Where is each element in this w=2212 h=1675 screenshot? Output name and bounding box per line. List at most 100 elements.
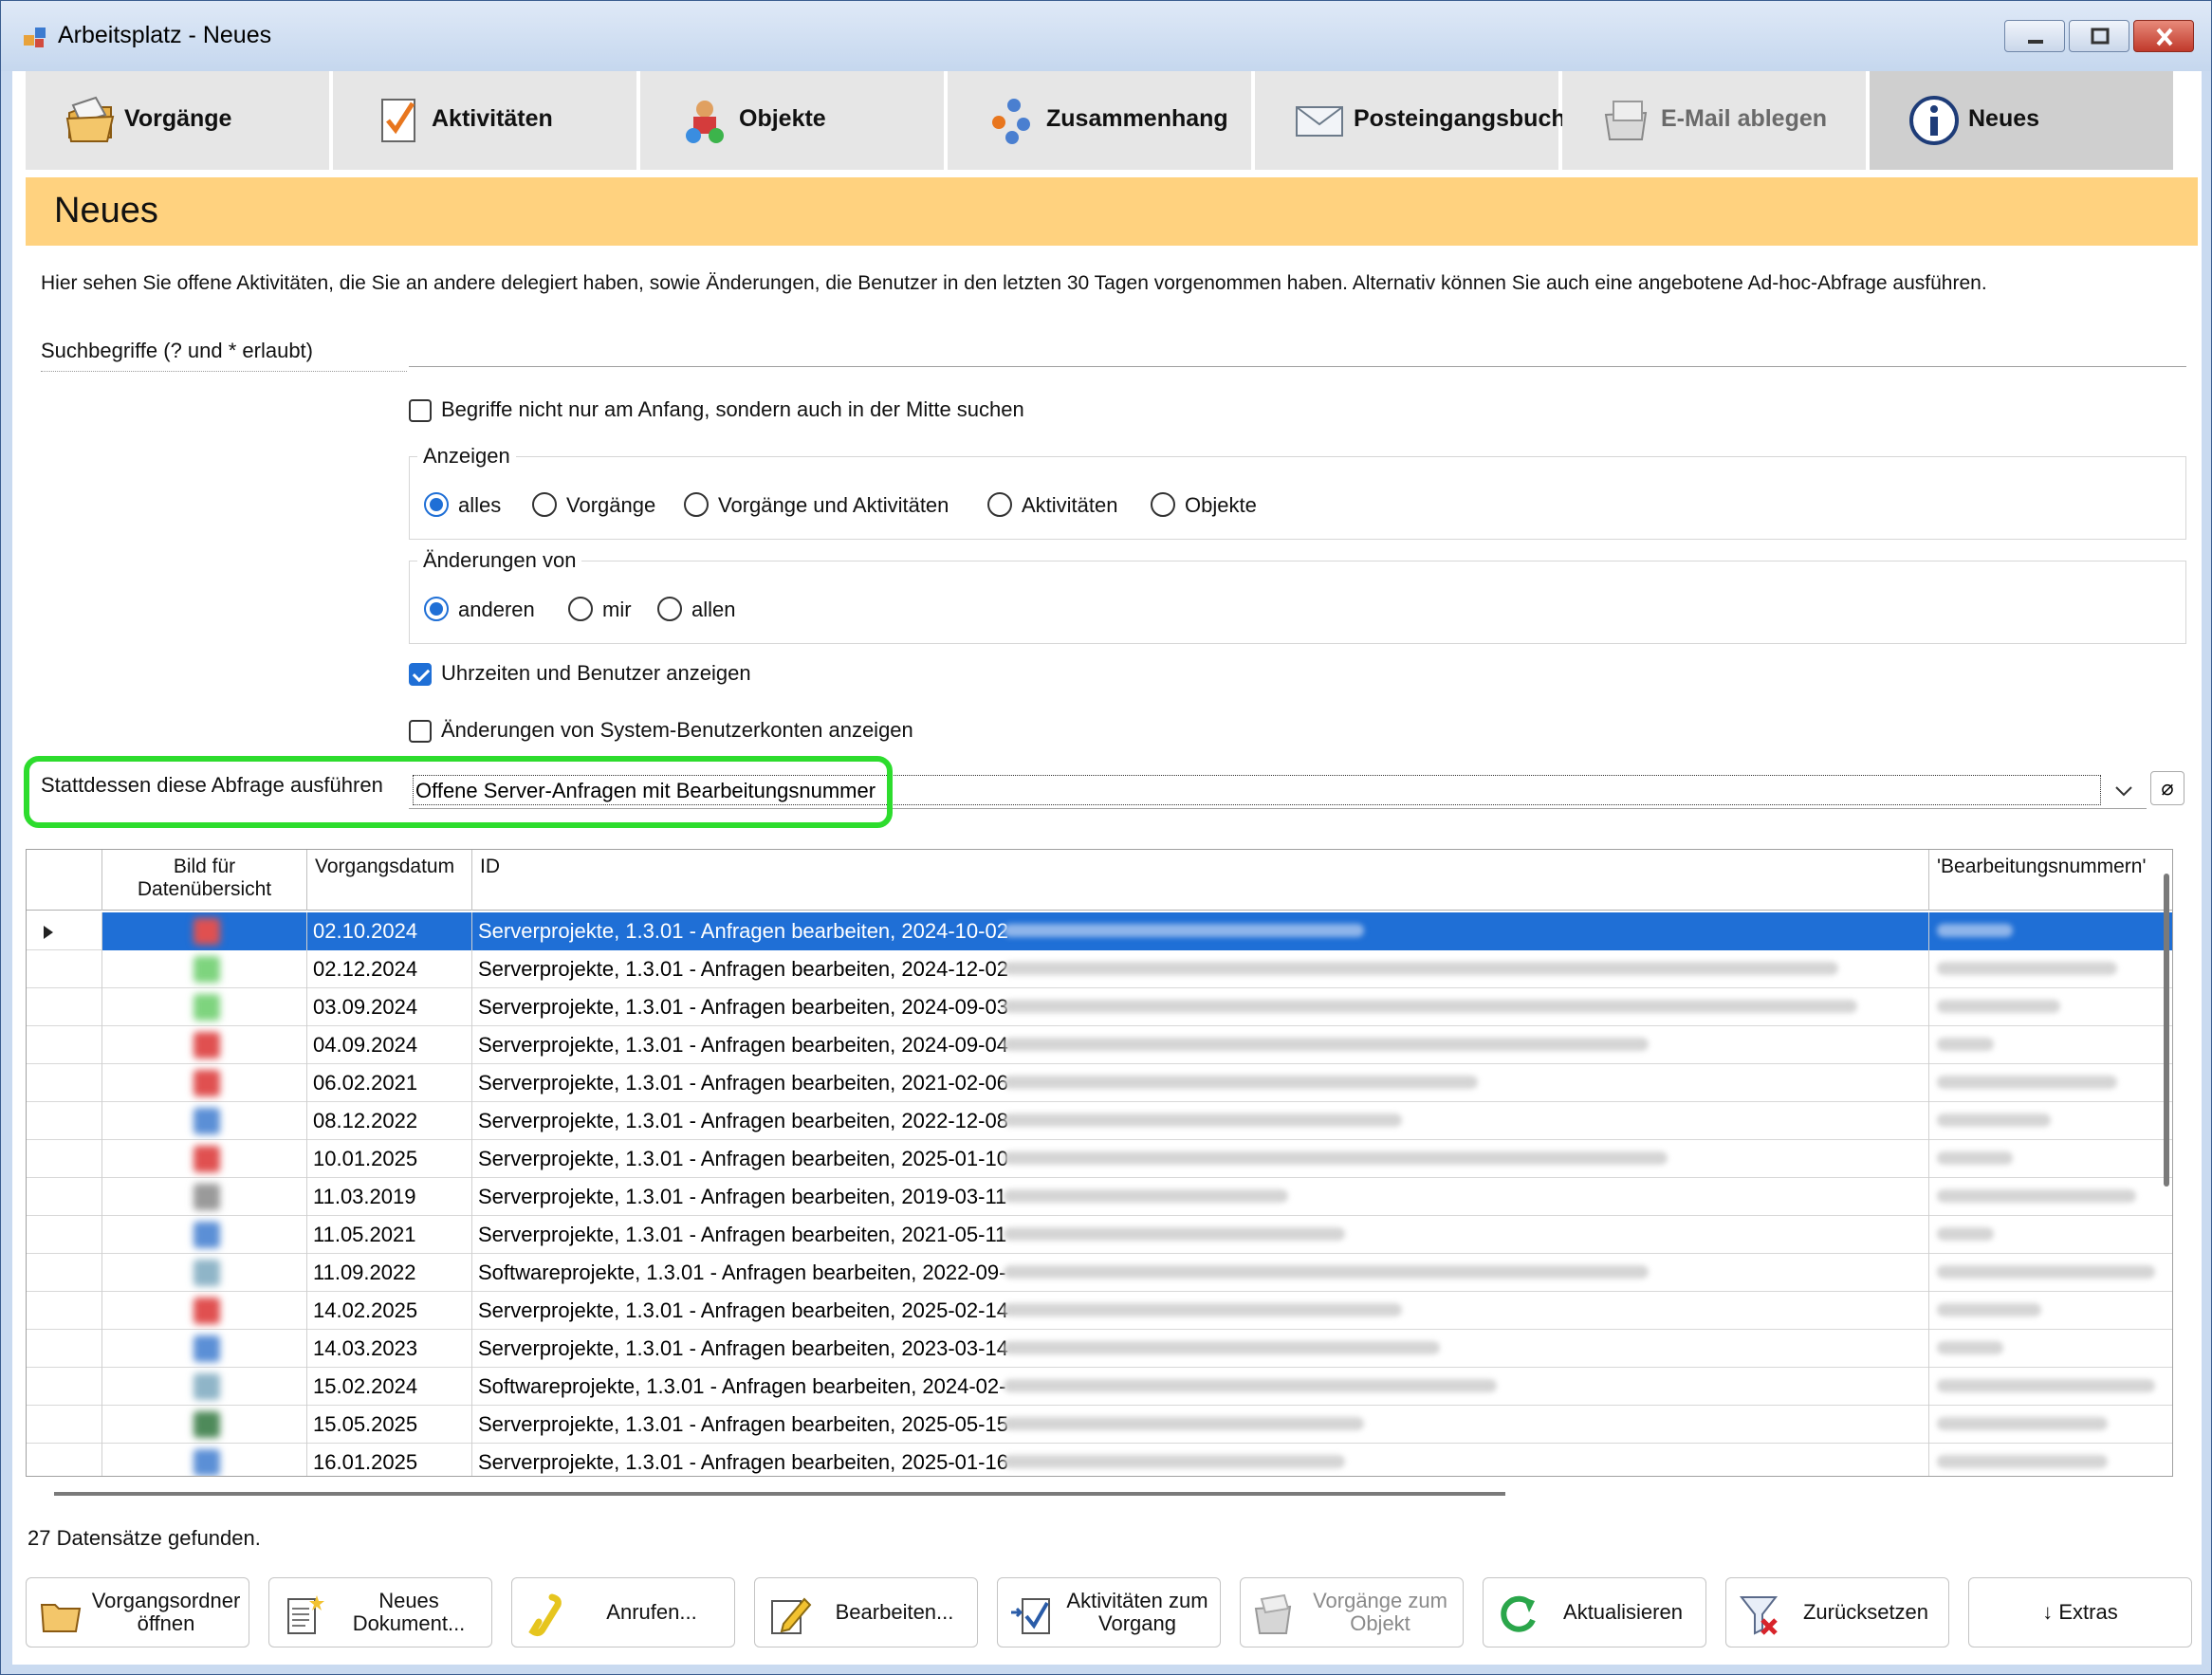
row-header-cell[interactable] — [27, 1254, 102, 1292]
neues-dokument-button[interactable]: Neues Dokument... — [268, 1577, 492, 1647]
bearbeitungsnummer-cell[interactable] — [1929, 1330, 2172, 1368]
radio-anderen-label[interactable]: anderen — [458, 598, 535, 622]
radio-aktivitaeten[interactable] — [987, 492, 1012, 517]
table-row[interactable]: 10.01.2025 Serverprojekte, 1.3.01 - Anfra… — [27, 1140, 2172, 1178]
column-header-bild[interactable]: Bild für Datenübersicht — [102, 850, 307, 911]
date-cell[interactable]: 11.03.2019 — [307, 1178, 472, 1216]
radio-vorgaenge-aktivitaeten-label[interactable]: Vorgänge und Aktivitäten — [718, 493, 949, 518]
thumbnail-cell[interactable] — [102, 912, 307, 950]
row-header-cell[interactable] — [27, 1368, 102, 1406]
row-header-cell[interactable] — [27, 1026, 102, 1064]
table-row[interactable]: 03.09.2024 Serverprojekte, 1.3.01 - Anfra… — [27, 988, 2172, 1026]
date-cell[interactable]: 04.09.2024 — [307, 1026, 472, 1064]
bearbeitungsnummer-cell[interactable] — [1929, 1064, 2172, 1102]
vorgaenge-zum-objekt-button[interactable]: Vorgänge zum Objekt — [1240, 1577, 1464, 1647]
row-header-cell[interactable] — [27, 1102, 102, 1140]
bearbeitungsnummer-cell[interactable] — [1929, 1178, 2172, 1216]
id-cell[interactable]: Serverprojekte, 1.3.01 - Anfragen bearbe… — [472, 1178, 1929, 1216]
tab-aktivitaeten[interactable]: Aktivitäten — [333, 71, 636, 170]
table-row[interactable]: 11.03.2019 Serverprojekte, 1.3.01 - Anfra… — [27, 1178, 2172, 1216]
date-cell[interactable]: 02.10.2024 — [307, 912, 472, 950]
id-cell[interactable]: Serverprojekte, 1.3.01 - Anfragen bearbe… — [472, 912, 1929, 950]
thumbnail-cell[interactable] — [102, 1064, 307, 1102]
id-cell[interactable]: Softwareprojekte, 1.3.01 - Anfragen bear… — [472, 1368, 1929, 1406]
date-cell[interactable]: 14.03.2023 — [307, 1330, 472, 1368]
id-cell[interactable]: Serverprojekte, 1.3.01 - Anfragen bearbe… — [472, 1026, 1929, 1064]
id-cell[interactable]: Serverprojekte, 1.3.01 - Anfragen bearbe… — [472, 1406, 1929, 1444]
radio-vorgaenge-aktivitaeten[interactable] — [684, 492, 709, 517]
row-header-cell[interactable] — [27, 1064, 102, 1102]
row-header-cell[interactable] — [27, 950, 102, 988]
radio-aktivitaeten-label[interactable]: Aktivitäten — [1022, 493, 1118, 518]
id-cell[interactable]: Serverprojekte, 1.3.01 - Anfragen bearbe… — [472, 1140, 1929, 1178]
thumbnail-cell[interactable] — [102, 1406, 307, 1444]
date-cell[interactable]: 11.09.2022 — [307, 1254, 472, 1292]
aktivitaeten-zum-vorgang-button[interactable]: Aktivitäten zum Vorgang — [997, 1577, 1221, 1647]
bearbeitungsnummer-cell[interactable] — [1929, 1216, 2172, 1254]
thumbnail-cell[interactable] — [102, 1102, 307, 1140]
bearbeitungsnummer-cell[interactable] — [1929, 1102, 2172, 1140]
table-row[interactable]: 08.12.2022 Serverprojekte, 1.3.01 - Anfra… — [27, 1102, 2172, 1140]
thumbnail-cell[interactable] — [102, 1140, 307, 1178]
id-cell[interactable]: Serverprojekte, 1.3.01 - Anfragen bearbe… — [472, 1216, 1929, 1254]
column-header-vorgangsdatum[interactable]: Vorgangsdatum — [307, 850, 472, 911]
bearbeitungsnummer-cell[interactable] — [1929, 912, 2172, 950]
row-header-cell[interactable] — [27, 1216, 102, 1254]
date-cell[interactable]: 14.02.2025 — [307, 1292, 472, 1330]
vertical-scrollbar[interactable] — [2164, 874, 2169, 1187]
date-cell[interactable]: 11.05.2021 — [307, 1216, 472, 1254]
clear-query-button[interactable]: ⌀ — [2150, 771, 2184, 805]
tab-email-ablegen[interactable]: E-Mail ablegen — [1562, 71, 1866, 170]
tab-neues[interactable]: Neues — [1870, 71, 2173, 170]
middle-search-checkbox[interactable] — [409, 399, 432, 422]
table-row[interactable]: 15.02.2024 Softwareprojekte, 1.3.01 - Anf… — [27, 1368, 2172, 1406]
row-header-cell[interactable] — [27, 988, 102, 1026]
radio-vorgaenge-label[interactable]: Vorgänge — [566, 493, 655, 518]
thumbnail-cell[interactable] — [102, 1216, 307, 1254]
show-times-label[interactable]: Uhrzeiten und Benutzer anzeigen — [441, 661, 751, 686]
bearbeitungsnummer-cell[interactable] — [1929, 1406, 2172, 1444]
table-row[interactable]: 04.09.2024 Serverprojekte, 1.3.01 - Anfra… — [27, 1026, 2172, 1064]
radio-objekte-label[interactable]: Objekte — [1185, 493, 1257, 518]
date-cell[interactable]: 08.12.2022 — [307, 1102, 472, 1140]
row-header-cell[interactable] — [27, 912, 102, 950]
table-row[interactable]: 11.05.2021 Serverprojekte, 1.3.01 - Anfra… — [27, 1216, 2172, 1254]
thumbnail-cell[interactable] — [102, 988, 307, 1026]
id-cell[interactable]: Serverprojekte, 1.3.01 - Anfragen bearbe… — [472, 1064, 1929, 1102]
minimize-button[interactable] — [2004, 20, 2065, 52]
thumbnail-cell[interactable] — [102, 1178, 307, 1216]
radio-allen[interactable] — [657, 597, 682, 621]
bearbeitungsnummer-cell[interactable] — [1929, 988, 2172, 1026]
bearbeiten-button[interactable]: Bearbeiten... — [754, 1577, 978, 1647]
row-header-cell[interactable] — [27, 1140, 102, 1178]
column-header-bearbeitungsnummern[interactable]: 'Bearbeitungsnummern' — [1929, 850, 2172, 911]
table-row[interactable]: 02.10.2024 Serverprojekte, 1.3.01 - Anfra… — [27, 912, 2172, 950]
title-bar[interactable]: Arbeitsplatz - Neues — [1, 1, 2211, 71]
table-row[interactable]: 15.05.2025 Serverprojekte, 1.3.01 - Anfra… — [27, 1406, 2172, 1444]
radio-alles[interactable] — [424, 492, 449, 517]
date-cell[interactable]: 06.02.2021 — [307, 1064, 472, 1102]
zuruecksetzen-button[interactable]: Zurücksetzen — [1725, 1577, 1949, 1647]
tab-zusammenhang[interactable]: Zusammenhang — [948, 71, 1251, 170]
table-row[interactable]: 14.03.2023 Serverprojekte, 1.3.01 - Anfra… — [27, 1330, 2172, 1368]
table-row[interactable]: 02.12.2024 Serverprojekte, 1.3.01 - Anfra… — [27, 950, 2172, 988]
tab-posteingangsbuch[interactable]: Posteingangsbuch — [1255, 71, 1566, 170]
bearbeitungsnummer-cell[interactable] — [1929, 1254, 2172, 1292]
column-header-id[interactable]: ID — [472, 850, 1929, 911]
thumbnail-cell[interactable] — [102, 1026, 307, 1064]
system-accounts-label[interactable]: Änderungen von System-Benutzerkonten anz… — [441, 718, 913, 743]
maximize-button[interactable] — [2069, 20, 2129, 52]
tab-vorgaenge[interactable]: Vorgänge — [26, 71, 329, 170]
vorgangsordner-oeffnen-button[interactable]: Vorgangsordner öffnen — [26, 1577, 249, 1647]
date-cell[interactable]: 16.01.2025 — [307, 1444, 472, 1476]
radio-anderen[interactable] — [424, 597, 449, 621]
results-grid[interactable]: Bild für Datenübersicht Vorgangsdatum ID… — [26, 849, 2173, 1477]
thumbnail-cell[interactable] — [102, 1330, 307, 1368]
radio-mir-label[interactable]: mir — [602, 598, 632, 622]
id-cell[interactable]: Serverprojekte, 1.3.01 - Anfragen bearbe… — [472, 1330, 1929, 1368]
chevron-down-icon[interactable] — [2105, 777, 2143, 805]
id-cell[interactable]: Softwareprojekte, 1.3.01 - Anfragen bear… — [472, 1254, 1929, 1292]
date-cell[interactable]: 15.05.2025 — [307, 1406, 472, 1444]
anrufen-button[interactable]: Anrufen... — [511, 1577, 735, 1647]
bearbeitungsnummer-cell[interactable] — [1929, 1140, 2172, 1178]
